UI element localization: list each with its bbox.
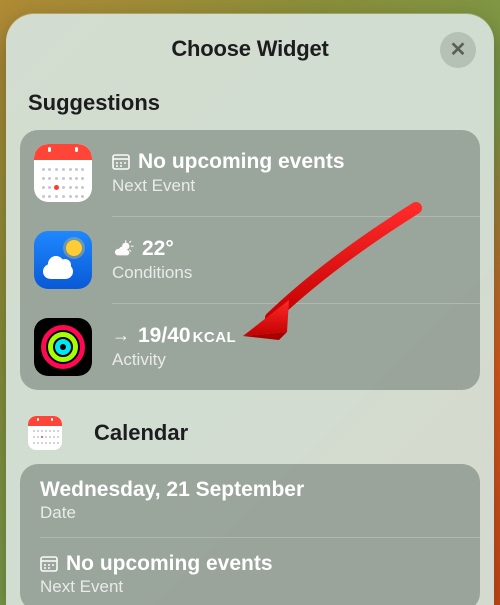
activity-unit: KCAL xyxy=(193,329,237,346)
cal-next-event-secondary: Next Event xyxy=(40,577,273,597)
activity-app-icon xyxy=(34,318,92,376)
weather-app-icon xyxy=(34,231,92,289)
date-primary: Wednesday, 21 September xyxy=(40,478,304,501)
widget-option-conditions[interactable]: 22° Conditions xyxy=(20,217,480,303)
cal-next-event-primary: No upcoming events xyxy=(66,552,273,575)
card-calendar: Wednesday, 21 September Date No upcoming… xyxy=(20,464,480,605)
close-icon: ✕ xyxy=(450,40,467,60)
calendar-grid-icon xyxy=(112,153,130,171)
next-event-secondary: Next Event xyxy=(112,176,345,196)
conditions-temperature: 22° xyxy=(142,237,174,260)
conditions-secondary: Conditions xyxy=(112,263,192,283)
section-header-calendar: Calendar xyxy=(6,390,494,460)
arrow-right-icon: → xyxy=(112,326,130,346)
calendar-app-icon xyxy=(28,416,62,450)
section-title-suggestions: Suggestions xyxy=(6,62,494,126)
close-button[interactable]: ✕ xyxy=(440,32,476,68)
activity-secondary: Activity xyxy=(112,350,236,370)
section-title-calendar: Calendar xyxy=(94,420,188,446)
widget-option-activity[interactable]: → 19/40KCAL Activity xyxy=(20,304,480,390)
sheet-title: Choose Widget xyxy=(6,36,494,62)
widget-option-next-event[interactable]: No upcoming events Next Event xyxy=(20,130,480,216)
widget-option-calendar-next-event[interactable]: No upcoming events Next Event xyxy=(20,538,480,605)
activity-value: 19/40 xyxy=(138,324,191,347)
widget-chooser-sheet: Choose Widget ✕ Suggestions xyxy=(6,14,494,605)
calendar-grid-icon xyxy=(40,555,58,573)
widget-option-date[interactable]: Wednesday, 21 September Date xyxy=(20,464,480,537)
calendar-app-icon xyxy=(34,144,92,202)
next-event-primary: No upcoming events xyxy=(138,150,345,173)
sheet-header: Choose Widget ✕ xyxy=(6,36,494,62)
card-suggestions: No upcoming events Next Event xyxy=(20,130,480,390)
partly-cloudy-icon xyxy=(112,240,134,258)
date-secondary: Date xyxy=(40,503,304,523)
